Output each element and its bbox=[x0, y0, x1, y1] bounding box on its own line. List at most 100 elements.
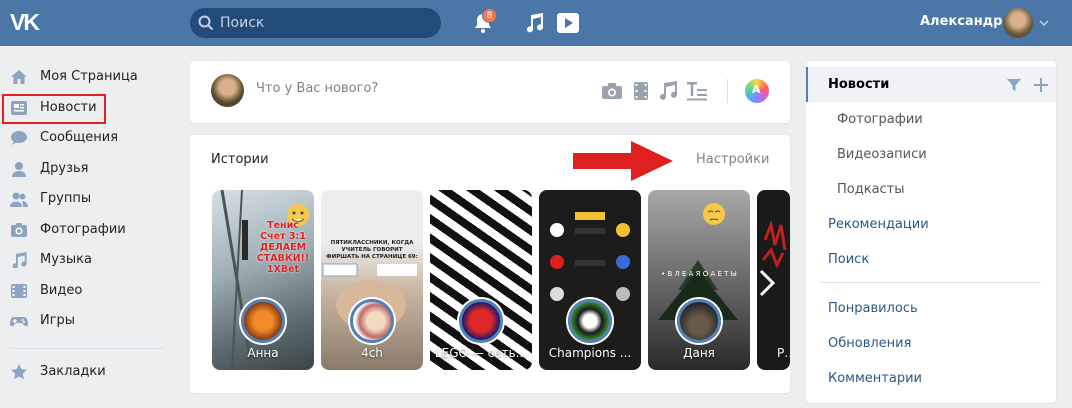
sidebar-item-label: Сообщения bbox=[40, 130, 119, 145]
sidebar-item-label: Закладки bbox=[40, 364, 106, 379]
story-preview-image bbox=[550, 212, 630, 301]
menu-item-comments[interactable]: Комментарии bbox=[806, 361, 1056, 396]
story-author-name: PO... bbox=[777, 346, 790, 360]
story-overlay-text: Тенис Счет 3:1 ДЕЛАЕМ СТАВКИ!! 1XBet bbox=[256, 220, 310, 275]
sidebar-item-video[interactable]: Видео bbox=[0, 276, 178, 307]
story-author-name: Даня bbox=[683, 346, 715, 360]
sidebar-item-friends[interactable]: Друзья bbox=[0, 154, 178, 185]
red-arrow-annotation bbox=[573, 141, 673, 181]
menu-item-videos[interactable]: Видеозаписи bbox=[806, 137, 1056, 172]
stories-block: Истории Настройки Тенис Счет 3:1 ДЕЛАЕМ … bbox=[190, 135, 790, 393]
story-card[interactable]: LEGO — сеть... bbox=[430, 190, 532, 370]
news-icon bbox=[11, 100, 27, 115]
sidebar-item-label: Друзья bbox=[40, 160, 89, 176]
menu-item-label: Обновления bbox=[828, 336, 912, 351]
menu-item-label: Поиск bbox=[828, 252, 870, 267]
stories-title: Истории bbox=[211, 152, 269, 167]
menu-item-podcasts[interactable]: Подкасты bbox=[806, 172, 1056, 207]
sidebar-item-label: Фотографии bbox=[40, 221, 126, 237]
menu-item-news[interactable]: Новости bbox=[806, 67, 1056, 102]
menu-item-label: Понравилось bbox=[828, 301, 918, 316]
notifications-badge: 8 bbox=[482, 8, 497, 23]
stories-settings-link[interactable]: Настройки bbox=[696, 152, 769, 167]
story-author-name: Анна bbox=[247, 346, 279, 360]
music-icon bbox=[12, 252, 27, 268]
sidebar-item-label: Игры bbox=[40, 313, 76, 328]
menu-item-search[interactable]: Поиск bbox=[806, 242, 1056, 277]
svg-text:VK: VK bbox=[10, 10, 40, 34]
story-author-name: LEGO — сеть... bbox=[434, 346, 528, 360]
story-card[interactable]: Тенис Счет 3:1 ДЕЛАЕМ СТАВКИ!! 1XBet Анн… bbox=[212, 190, 314, 370]
sidebar-item-photos[interactable]: Фотографии bbox=[0, 215, 178, 246]
top-header: VK 8 Александр bbox=[0, 0, 1072, 46]
menu-item-recommendations[interactable]: Рекомендации bbox=[806, 207, 1056, 242]
new-post-box: Что у Вас нового? A bbox=[190, 61, 790, 123]
messages-icon bbox=[11, 131, 27, 145]
groups-icon bbox=[10, 192, 28, 207]
menu-divider bbox=[821, 282, 1041, 283]
play-icon[interactable] bbox=[556, 11, 580, 35]
sidebar-divider bbox=[10, 348, 165, 349]
user-name[interactable]: Александр bbox=[920, 14, 1003, 29]
sidebar-item-messages[interactable]: Сообщения bbox=[0, 123, 178, 154]
video-icon[interactable] bbox=[630, 81, 652, 101]
music-icon[interactable] bbox=[657, 81, 679, 101]
menu-item-updates[interactable]: Обновления bbox=[806, 326, 1056, 361]
story-card[interactable]: • В Л Е А Я О А Е Т Ы Даня bbox=[648, 190, 750, 370]
gamepad-icon bbox=[10, 317, 28, 327]
search-icon bbox=[198, 15, 214, 31]
camera-icon bbox=[11, 222, 27, 237]
story-author-avatar bbox=[568, 299, 612, 343]
friends-icon bbox=[12, 161, 26, 177]
sidebar-item-news[interactable]: Новости bbox=[0, 93, 178, 124]
sidebar-item-games[interactable]: Игры bbox=[0, 306, 178, 337]
a-glyph-icon: A bbox=[752, 83, 761, 96]
menu-item-liked[interactable]: Понравилось bbox=[806, 291, 1056, 326]
story-overlay-text: • В Л Е А Я О А Е Т Ы bbox=[661, 270, 737, 278]
story-author-avatar bbox=[459, 299, 503, 343]
video-icon bbox=[11, 283, 27, 298]
story-card[interactable]: Champions ... bbox=[539, 190, 641, 370]
text-format-icon[interactable] bbox=[686, 81, 708, 101]
plus-icon[interactable] bbox=[1033, 77, 1049, 93]
story-preview-image bbox=[322, 263, 417, 330]
menu-item-label: Новости bbox=[828, 77, 890, 92]
vk-logo[interactable]: VK bbox=[10, 9, 46, 36]
home-icon bbox=[11, 70, 27, 84]
story-author-avatar bbox=[241, 299, 285, 343]
story-author-name: Champions ... bbox=[548, 346, 632, 360]
sidebar-item-label: Группы bbox=[40, 191, 92, 206]
menu-item-label: Фотографии bbox=[837, 112, 923, 127]
story-card[interactable]: ПЯТИКЛАССНИКИ, КОГДА УЧИТЕЛЬ ГОВОРИТ ФИР… bbox=[321, 190, 423, 370]
menu-item-label: Рекомендации bbox=[828, 217, 929, 232]
star-icon bbox=[11, 364, 27, 380]
camera-icon[interactable] bbox=[601, 81, 623, 101]
menu-item-photos[interactable]: Фотографии bbox=[806, 102, 1056, 137]
sidebar-item-label: Музыка bbox=[40, 252, 92, 267]
story-author-avatar bbox=[677, 299, 721, 343]
sidebar-item-music[interactable]: Музыка bbox=[0, 245, 178, 276]
story-author-name: 4ch bbox=[361, 346, 383, 360]
menu-item-label: Подкасты bbox=[837, 182, 905, 197]
search-input[interactable] bbox=[220, 13, 430, 33]
sidebar-item-my-page[interactable]: Моя Страница bbox=[0, 62, 178, 93]
music-icon[interactable] bbox=[522, 11, 546, 35]
filter-icon[interactable] bbox=[1006, 77, 1022, 93]
avatar bbox=[211, 74, 244, 107]
menu-item-label: Видеозаписи bbox=[837, 147, 927, 162]
sidebar-item-groups[interactable]: Группы bbox=[0, 184, 178, 215]
sidebar-item-label: Новости bbox=[40, 99, 97, 115]
color-post-button[interactable]: A bbox=[745, 79, 769, 103]
search-box[interactable] bbox=[190, 8, 441, 38]
chevron-right-icon[interactable] bbox=[756, 268, 778, 298]
menu-item-label: Комментарии bbox=[828, 371, 922, 386]
divider bbox=[727, 79, 728, 103]
new-post-placeholder[interactable]: Что у Вас нового? bbox=[256, 81, 378, 96]
sidebar-item-bookmarks[interactable]: Закладки bbox=[0, 357, 178, 387]
chevron-down-icon[interactable] bbox=[1039, 18, 1049, 28]
story-preview-image bbox=[658, 203, 738, 320]
user-avatar[interactable] bbox=[1003, 8, 1033, 38]
story-preview-image bbox=[220, 190, 309, 370]
left-sidebar: Моя Страница Новости Сообщения Друзья Гр… bbox=[0, 62, 178, 337]
story-author-avatar bbox=[350, 299, 394, 343]
